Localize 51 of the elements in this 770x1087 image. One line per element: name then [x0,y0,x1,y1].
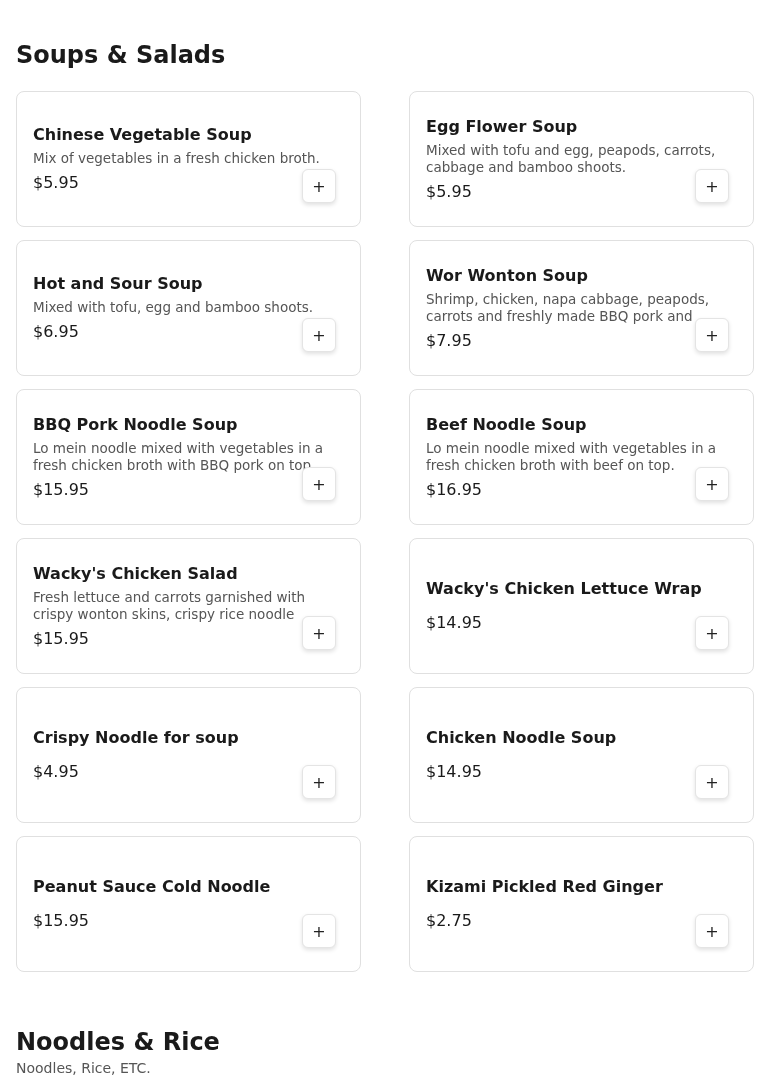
item-price: $15.95 [33,628,89,649]
add-button[interactable]: + [302,318,336,352]
menu-item-card[interactable]: Chinese Vegetable Soup Mix of vegetables in a fresh chicken broth. $5.95 + [16,91,361,227]
item-name: Egg Flower Soup [426,116,578,137]
item-price: $2.75 [426,911,472,931]
add-button[interactable]: + [695,765,729,799]
add-button[interactable]: + [302,169,336,203]
item-name: Chicken Noodle Soup [426,728,617,748]
add-button[interactable]: + [695,318,729,352]
add-button[interactable]: + [695,914,729,948]
menu-item-card[interactable]: Wacky's Chicken Lettuce Wrap $14.95 + [409,538,754,674]
item-price: $14.95 [426,613,482,633]
item-description: Mix of vegetables in a fresh chicken broth. [33,150,321,167]
item-price: $14.95 [426,762,482,782]
item-name: Hot and Sour Soup [33,274,203,294]
item-price: $16.95 [426,479,482,500]
add-button[interactable]: + [302,914,336,948]
item-name: Chinese Vegetable Soup [33,125,252,145]
item-price: $4.95 [33,762,79,782]
add-button[interactable]: + [302,765,336,799]
menu-item-card[interactable]: Hot and Sour Soup Mixed with tofu, egg and bamboo shoots. $6.95 + [16,240,361,376]
item-name: Crispy Noodle for soup [33,728,239,748]
add-button[interactable]: + [302,616,336,650]
menu-item-card[interactable]: Chicken Noodle Soup $14.95 + [409,687,754,823]
add-button[interactable]: + [695,467,729,501]
menu-item-card[interactable]: Wacky's Chicken Salad Fresh lettuce and carrots garnished with crispy wonton skins, crispy rice noodle $15.95 + [16,538,361,674]
item-name: Peanut Sauce Cold Noodle [33,877,271,897]
section-subtitle: Noodles, Rice, ETC. [16,1060,152,1076]
menu-item-card[interactable]: Wor Wonton Soup Shrimp, chicken, napa cabbage, peapods, carrots and freshly made BBQ pork and $7.95 + [409,240,754,376]
section-heading: Soups & Salads [16,40,227,71]
item-description: Mixed with tofu, egg and bamboo shoots. [33,299,315,316]
menu-item-card[interactable]: Kizami Pickled Red Ginger $2.75 + [409,836,754,972]
item-price: $5.95 [426,181,472,202]
item-name: Wor Wonton Soup [426,265,588,286]
item-name: BBQ Pork Noodle Soup [33,414,238,435]
item-price: $15.95 [33,479,89,500]
item-price: $5.95 [33,173,79,193]
menu-item-card[interactable]: Crispy Noodle for soup $4.95 + [16,687,361,823]
item-price: $7.95 [426,330,472,351]
item-price: $6.95 [33,322,79,342]
item-name: Wacky's Chicken Salad [33,563,238,584]
menu-item-card[interactable]: Beef Noodle Soup Lo mein noodle mixed with vegetables in a fresh chicken broth with beef on top. $16.95 + [409,389,754,525]
item-price: $15.95 [33,911,89,931]
add-button[interactable]: + [695,169,729,203]
menu-item-card[interactable]: Egg Flower Soup Mixed with tofu and egg, peapods, carrots, cabbage and bamboo shoots. $5.95 + [409,91,754,227]
section-heading: Noodles & Rice [16,1027,221,1058]
item-name: Kizami Pickled Red Ginger [426,877,663,897]
item-name: Wacky's Chicken Lettuce Wrap [426,579,702,599]
menu-item-card[interactable]: Peanut Sauce Cold Noodle $15.95 + [16,836,361,972]
item-name: Beef Noodle Soup [426,414,587,435]
add-button[interactable]: + [695,616,729,650]
